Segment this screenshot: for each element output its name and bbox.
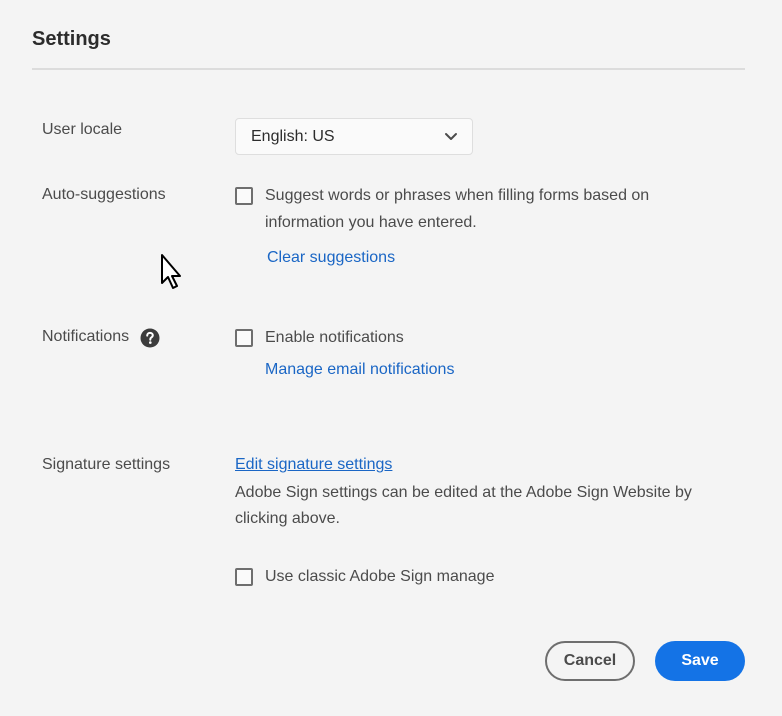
mouse-cursor-icon — [161, 254, 181, 289]
clear-suggestions-link[interactable]: Clear suggestions — [267, 249, 395, 267]
signature-info-line1: Adobe Sign settings can be edited at the… — [235, 484, 692, 501]
notifications-label: Notifications — [42, 328, 130, 345]
classic-adobe-sign-label: Use classic Adobe Sign manage — [265, 568, 495, 585]
edit-signature-settings-link[interactable]: Edit signature settings — [235, 456, 392, 474]
save-button[interactable]: Save — [655, 641, 745, 681]
classic-adobe-sign-checkbox[interactable] — [235, 568, 253, 586]
auto-suggestions-text-line1: Suggest words or phrases when filling fo… — [265, 187, 650, 204]
auto-suggestions-text-line2: information you have entered. — [265, 214, 477, 231]
title-divider — [32, 68, 745, 70]
signature-info-line2: clicking above. — [235, 510, 340, 527]
dialog-title: Settings — [32, 28, 111, 50]
user-locale-dropdown[interactable]: English: US — [235, 118, 473, 155]
cancel-button[interactable]: Cancel — [545, 641, 635, 681]
user-locale-value: English: US — [251, 128, 335, 145]
enable-notifications-checkbox[interactable] — [235, 329, 253, 347]
save-button-label: Save — [681, 652, 719, 669]
auto-suggestions-label: Auto-suggestions — [42, 186, 166, 203]
enable-notifications-label: Enable notifications — [265, 329, 404, 346]
chevron-down-icon — [445, 133, 457, 140]
manage-email-notifications-link[interactable]: Manage email notifications — [265, 361, 454, 379]
help-icon[interactable] — [140, 328, 160, 348]
signature-settings-label: Signature settings — [42, 456, 171, 473]
cancel-button-label: Cancel — [563, 652, 617, 669]
settings-dialog: Settings User locale English: US Auto-su… — [0, 0, 782, 716]
user-locale-label: User locale — [42, 121, 123, 138]
auto-suggestions-checkbox[interactable] — [235, 187, 253, 205]
